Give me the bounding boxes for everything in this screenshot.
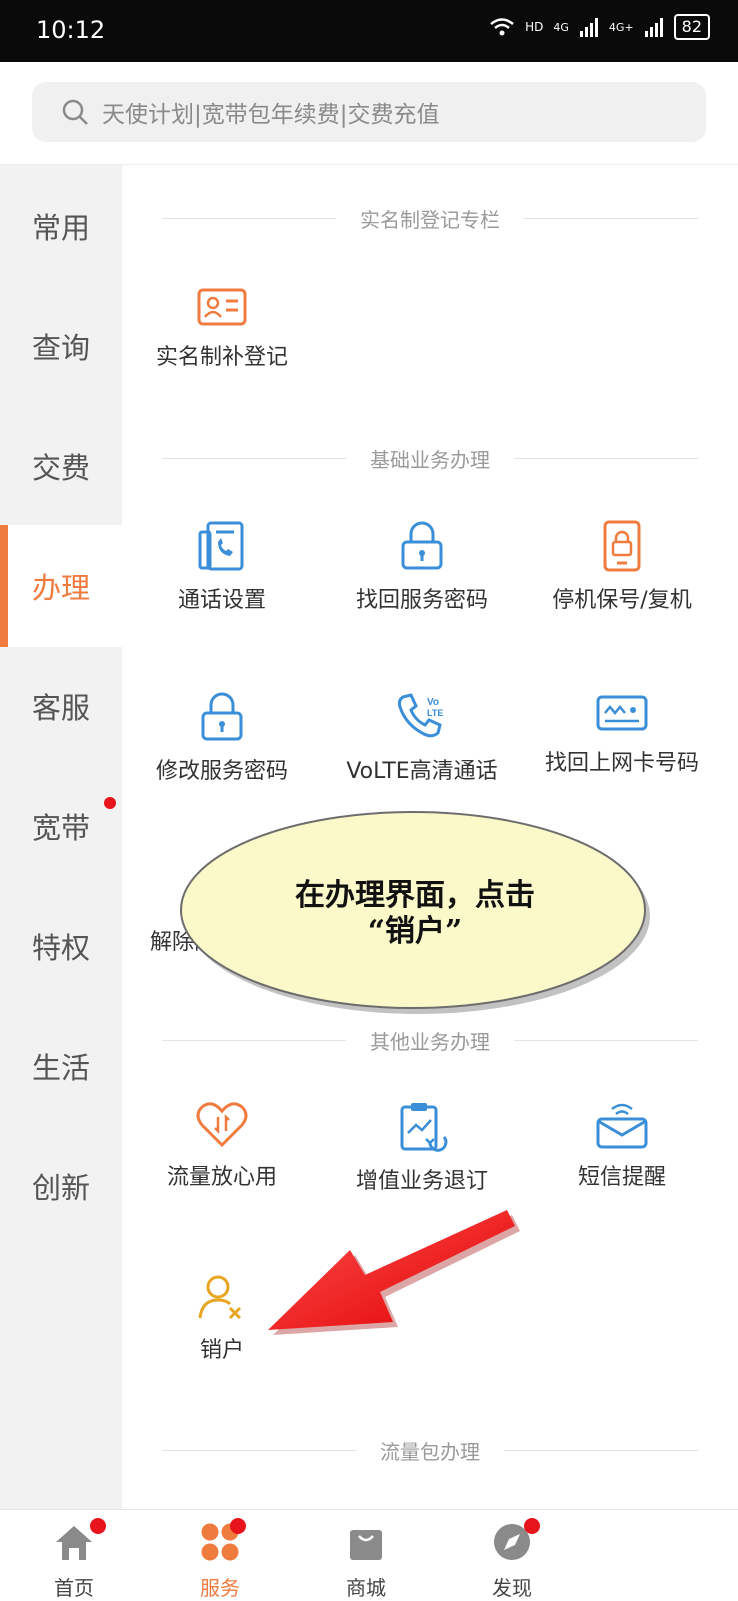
callout-line-1: 在办理界面，点击 [295, 878, 535, 913]
sidebar-item-service[interactable]: 客服 [0, 645, 122, 767]
status-time: 10:12 [36, 16, 106, 44]
tab-service[interactable]: 服务 [150, 1510, 290, 1601]
call-settings-icon [198, 521, 244, 571]
notification-dot [104, 797, 116, 809]
lock-icon [401, 521, 443, 570]
battery-indicator: 82 [673, 14, 710, 40]
home-icon [56, 1526, 92, 1560]
volte-phone-icon: VoLTE [397, 693, 443, 738]
message-envelope-icon [596, 1103, 648, 1149]
notification-dot [230, 1518, 246, 1534]
tile-call-settings[interactable]: 通话设置 [122, 520, 322, 630]
section-header: 流量包办理 [162, 1435, 698, 1465]
search-input[interactable]: 天使计划|宽带包年续费|交费充值 [32, 82, 706, 142]
search-bar-area: 天使计划|宽带包年续费|交费充值 [0, 62, 738, 165]
sim-card-icon [596, 695, 648, 731]
status-icons: HD 4G 4G+ 82 [489, 14, 710, 40]
section-header: 实名制登记专栏 [162, 203, 698, 233]
notification-dot [524, 1518, 540, 1534]
id-card-icon [197, 288, 247, 326]
network-label-1: 4G [553, 20, 569, 34]
user-remove-icon [198, 1275, 242, 1320]
notification-dot [90, 1518, 106, 1534]
sidebar-item-privilege[interactable]: 特权 [0, 885, 122, 1007]
tab-discover[interactable]: 发现 [442, 1510, 582, 1601]
tile-sms-reminder[interactable]: 短信提醒 [522, 1101, 722, 1211]
wifi-icon [490, 18, 514, 36]
tile-volte-hd-call[interactable]: Vo LTE VoLTE高清通话 [322, 691, 522, 801]
phone-lock-icon [603, 520, 641, 572]
tile-cancel-account[interactable]: 销户 [122, 1272, 322, 1382]
lock-icon [201, 692, 243, 741]
sidebar-item-handle[interactable]: 办理 [0, 525, 122, 647]
callout-line-2: “销户” [367, 914, 463, 949]
sidebar-item-innovation[interactable]: 创新 [0, 1125, 122, 1247]
bottom-tab-bar: 首页 服务 商城 发现 [0, 1509, 738, 1601]
tile-retrieve-service-password[interactable]: 找回服务密码 [322, 520, 522, 630]
signal-icon [644, 18, 663, 37]
signal-icon [579, 18, 598, 37]
category-sidebar: 常用 查询 交费 办理 客服 宽带 特权 生活 创新 [0, 165, 122, 1509]
search-icon [62, 99, 88, 125]
status-bar: 10:12 HD 4G 4G+ 82 [0, 0, 738, 62]
tab-mall[interactable]: 商城 [296, 1510, 436, 1601]
tile-data-worry-free[interactable]: 流量放心用 [122, 1101, 322, 1211]
section-header: 基础业务办理 [162, 443, 698, 473]
sidebar-item-common[interactable]: 常用 [0, 165, 122, 287]
clipboard-chart-icon [400, 1103, 448, 1152]
svg-text:LTE: LTE [427, 708, 443, 718]
tab-home[interactable]: 首页 [4, 1510, 144, 1601]
svg-text:Vo: Vo [427, 697, 439, 708]
tile-retrieve-data-card-number[interactable]: 找回上网卡号码 [522, 691, 722, 801]
instruction-callout: 在办理界面，点击 “销户” [177, 808, 653, 1018]
search-placeholder: 天使计划|宽带包年续费|交费充值 [102, 102, 440, 128]
heart-data-icon [196, 1102, 248, 1148]
tile-realname-register[interactable]: 实名制补登记 [122, 285, 322, 395]
sidebar-item-life[interactable]: 生活 [0, 1005, 122, 1127]
tile-change-service-password[interactable]: 修改服务密码 [122, 691, 322, 801]
sidebar-item-broadband[interactable]: 宽带 [0, 765, 122, 887]
shopping-bag-icon [350, 1530, 382, 1560]
network-label-2: 4G+ [608, 20, 634, 34]
sidebar-item-query[interactable]: 查询 [0, 285, 122, 407]
sidebar-item-payment[interactable]: 交费 [0, 405, 122, 527]
tile-suspend-restore[interactable]: 停机保号/复机 [522, 520, 722, 630]
hd-label: HD [525, 20, 544, 34]
tile-unsubscribe-value-added[interactable]: 增值业务退订 [322, 1101, 522, 1211]
section-header: 其他业务办理 [162, 1025, 698, 1055]
